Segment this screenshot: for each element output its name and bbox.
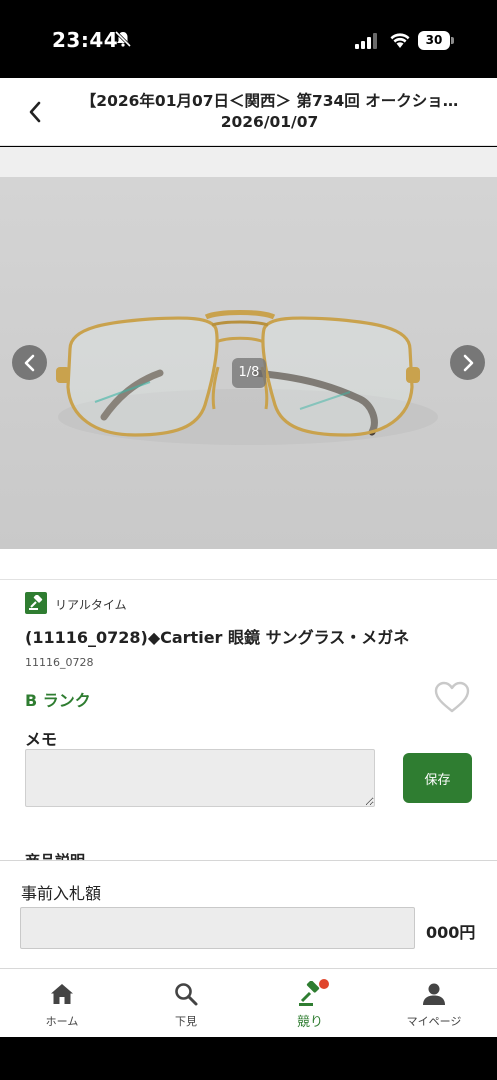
tab-preview[interactable]: 下見	[124, 969, 248, 1038]
gavel-icon	[29, 595, 43, 610]
auction-title-line1: 【2026年01月07日＜関西＞ 第734回 オークショ…	[80, 92, 459, 110]
description-heading: 商品説明	[25, 852, 85, 860]
carousel-counter: 1/8	[232, 358, 266, 388]
carousel-next-button[interactable]	[450, 345, 485, 380]
realtime-badge	[25, 592, 47, 614]
home-indicator-area	[0, 1037, 497, 1080]
status-time: 23:44	[52, 28, 119, 52]
favorite-heart-icon[interactable]	[433, 680, 471, 714]
home-icon	[51, 984, 73, 1004]
search-icon	[175, 983, 198, 1006]
person-icon	[423, 983, 445, 1005]
advance-bid-input[interactable]	[20, 907, 415, 949]
memo-input[interactable]	[25, 749, 375, 807]
divider	[0, 579, 497, 580]
product-title: (11116_0728)◆Cartier 眼鏡 サングラス・メガネ	[25, 628, 410, 647]
battery-cap	[451, 37, 454, 44]
chevron-left-icon	[29, 101, 41, 123]
battery-indicator: 30	[418, 31, 454, 50]
tab-auction-label: 競り	[296, 1015, 323, 1030]
chevron-left-icon	[24, 354, 34, 371]
advance-bid-panel: 事前入札額 000円	[0, 860, 497, 968]
realtime-label: リアルタイム	[55, 598, 127, 612]
product-rank: B ランク	[25, 691, 91, 710]
tab-home[interactable]: ホーム	[0, 969, 124, 1038]
bottom-tab-bar: ホーム 下見 競り マイページ	[0, 968, 497, 1037]
tab-mypage[interactable]: マイページ	[372, 969, 496, 1038]
bell-slash-icon	[114, 30, 132, 48]
status-bar: 23:44 30	[0, 0, 497, 78]
notification-dot	[319, 979, 329, 989]
tab-home-label: ホーム	[45, 1015, 79, 1028]
product-code: 11116_0728	[25, 656, 94, 669]
bid-unit: 000円	[426, 923, 476, 942]
header-spacer	[0, 147, 497, 177]
auction-title-date: 2026/01/07	[220, 113, 319, 131]
wifi-icon	[390, 33, 410, 48]
battery-level: 30	[418, 31, 450, 50]
memo-label: メモ	[25, 730, 58, 749]
tab-preview-label: 下見	[175, 1015, 197, 1028]
cellular-signal-icon	[355, 33, 377, 49]
auction-title: 【2026年01月07日＜関西＞ 第734回 オークショ… 2026/01/07	[62, 91, 477, 133]
advance-bid-label: 事前入札額	[21, 884, 102, 903]
tab-mypage-label: マイページ	[406, 1015, 462, 1028]
save-memo-button[interactable]: 保存	[403, 753, 472, 803]
back-button[interactable]	[18, 92, 52, 132]
carousel-prev-button[interactable]	[12, 345, 47, 380]
auction-header: 【2026年01月07日＜関西＞ 第734回 オークショ… 2026/01/07	[0, 78, 497, 146]
tab-auction[interactable]: 競り	[248, 969, 372, 1038]
chevron-right-icon	[463, 354, 473, 371]
